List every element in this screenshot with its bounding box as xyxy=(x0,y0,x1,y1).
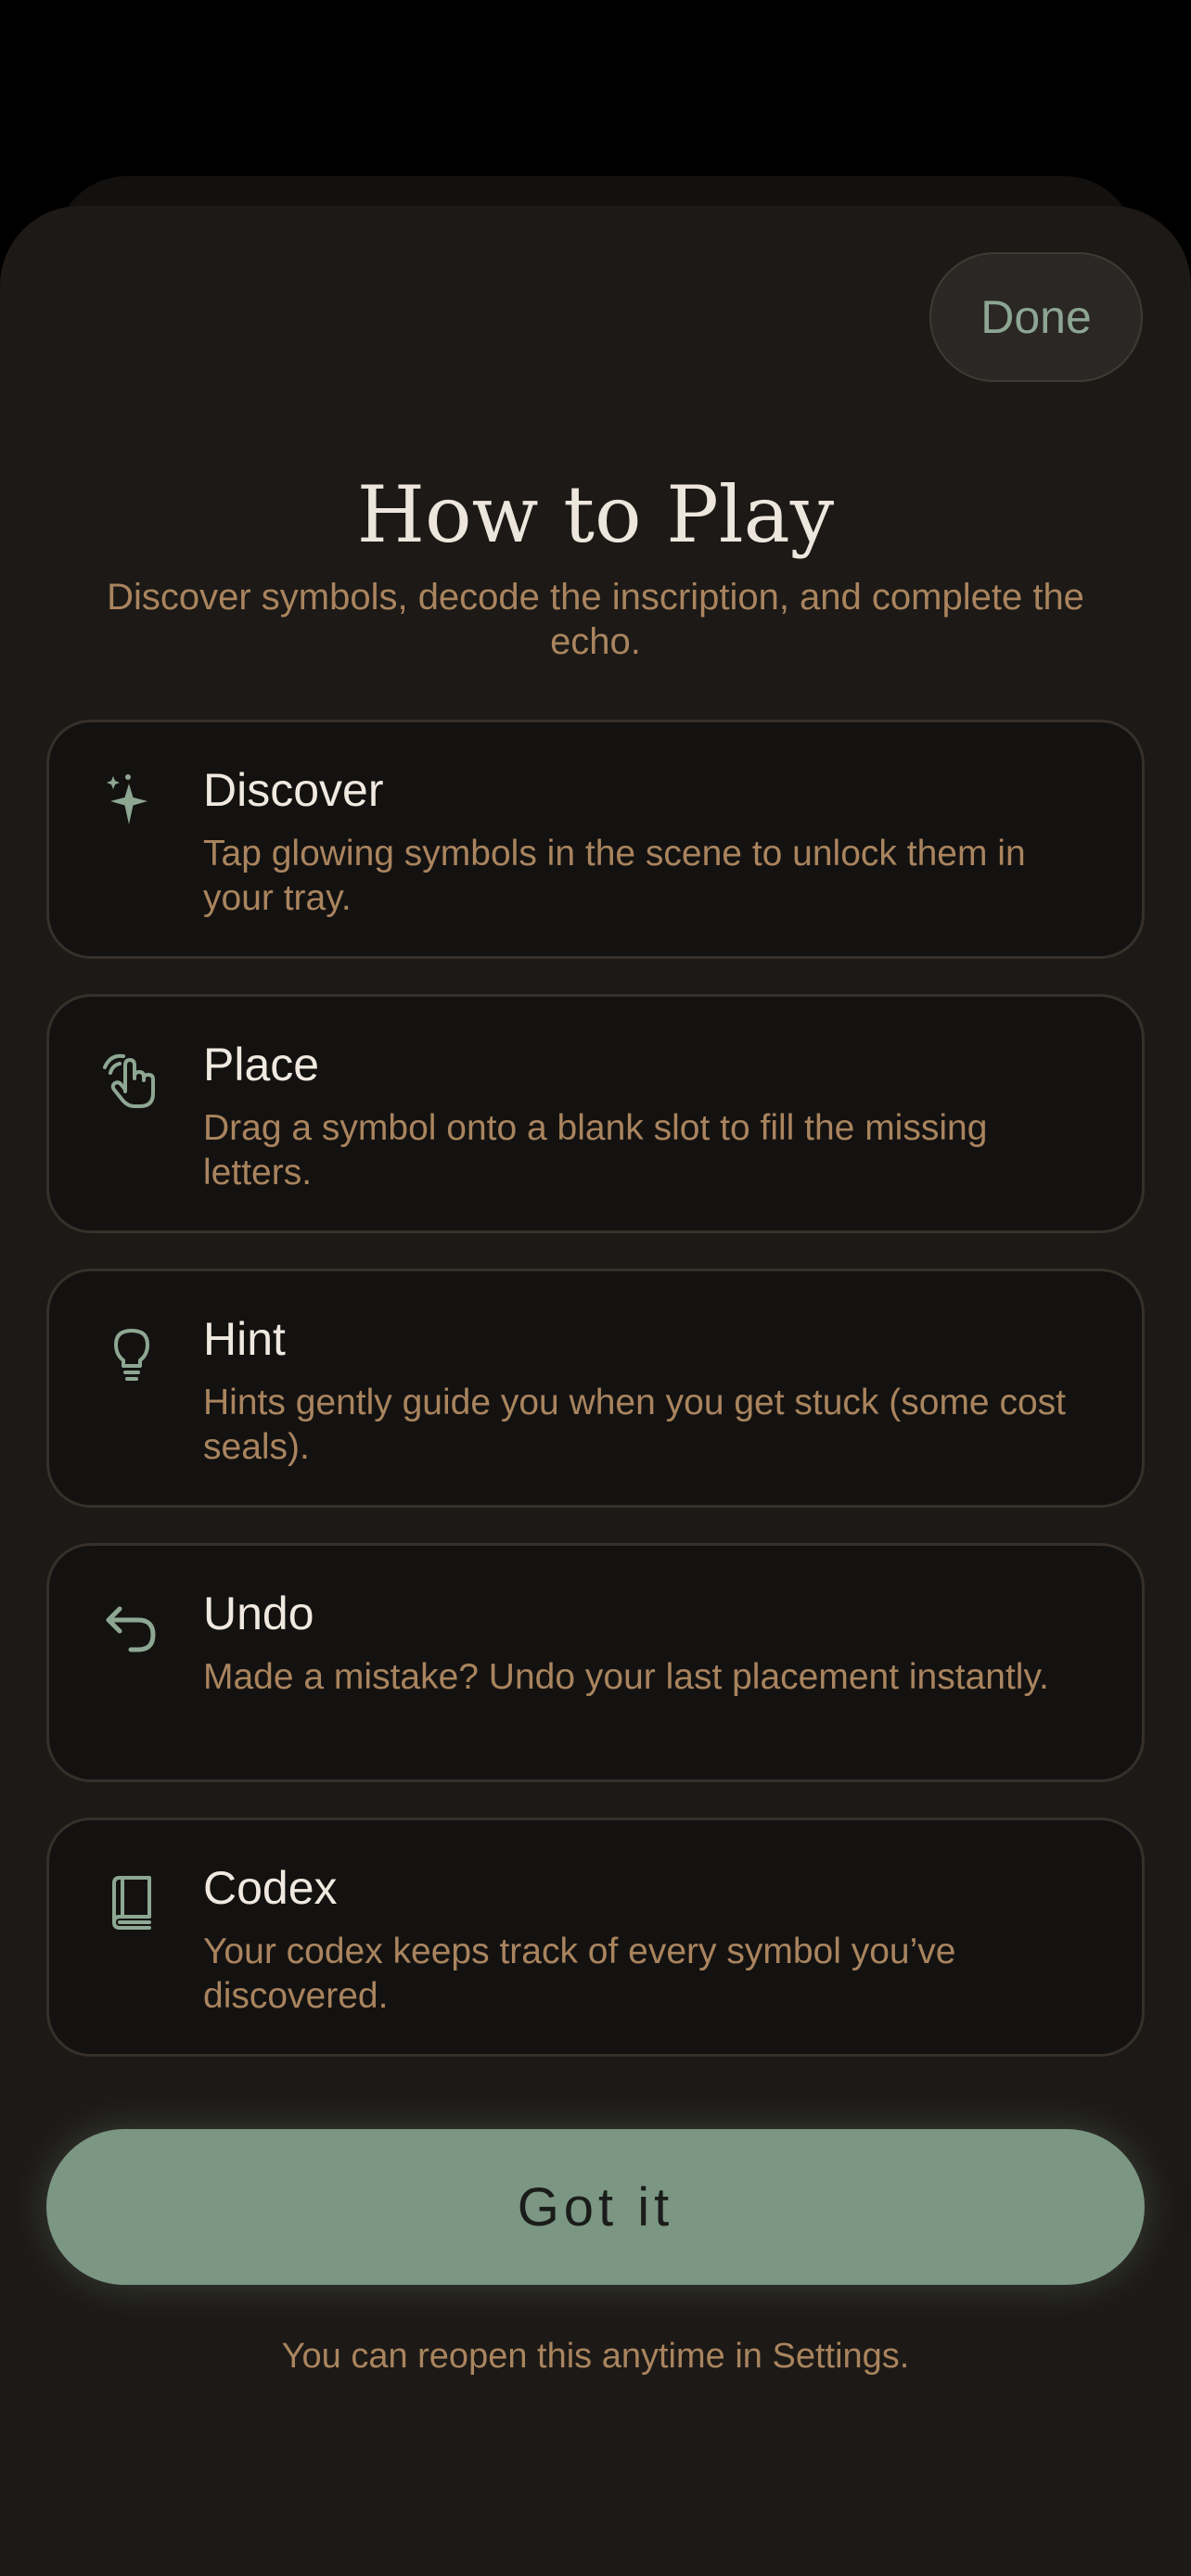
dynamic-island xyxy=(408,33,783,143)
card-title: Undo xyxy=(203,1588,314,1639)
card-title: Codex xyxy=(203,1862,338,1914)
page-subtitle: Discover symbols, decode the inscription… xyxy=(107,577,1084,662)
card-title: Hint xyxy=(203,1313,286,1365)
card-description: Made a mistake? Undo your last placement… xyxy=(203,1657,1049,1697)
card-description: Your codex keeps track of every symbol y… xyxy=(203,1932,956,2016)
sparkles-icon xyxy=(97,771,166,839)
hand-tap-icon xyxy=(97,1045,166,1114)
settings-reopen-note: You can reopen this anytime in Settings. xyxy=(281,2337,910,2376)
instruction-card-discover: Discover Tap glowing symbols in the scen… xyxy=(46,720,1145,959)
instruction-card-codex: Codex Your codex keeps track of every sy… xyxy=(46,1817,1145,2057)
instruction-card-place: Place Drag a symbol onto a blank slot to… xyxy=(46,994,1145,1233)
page-title: How to Play xyxy=(356,469,835,560)
instruction-card-undo: Undo Made a mistake? Undo your last plac… xyxy=(46,1543,1145,1782)
card-description: Tap glowing symbols in the scene to unlo… xyxy=(203,834,1026,918)
lightbulb-icon xyxy=(97,1320,166,1388)
undo-arrow-icon xyxy=(97,1594,166,1663)
card-title: Place xyxy=(203,1039,320,1090)
card-title: Discover xyxy=(203,764,384,816)
got-it-button[interactable]: Got it xyxy=(46,2129,1145,2285)
done-button[interactable]: Done xyxy=(929,252,1143,382)
book-icon xyxy=(97,1868,166,1937)
instruction-card-hint: Hint Hints gently guide you when you get… xyxy=(46,1269,1145,1508)
card-description: Drag a symbol onto a blank slot to fill … xyxy=(203,1108,988,1192)
card-description: Hints gently guide you when you get stuc… xyxy=(203,1383,1066,1467)
